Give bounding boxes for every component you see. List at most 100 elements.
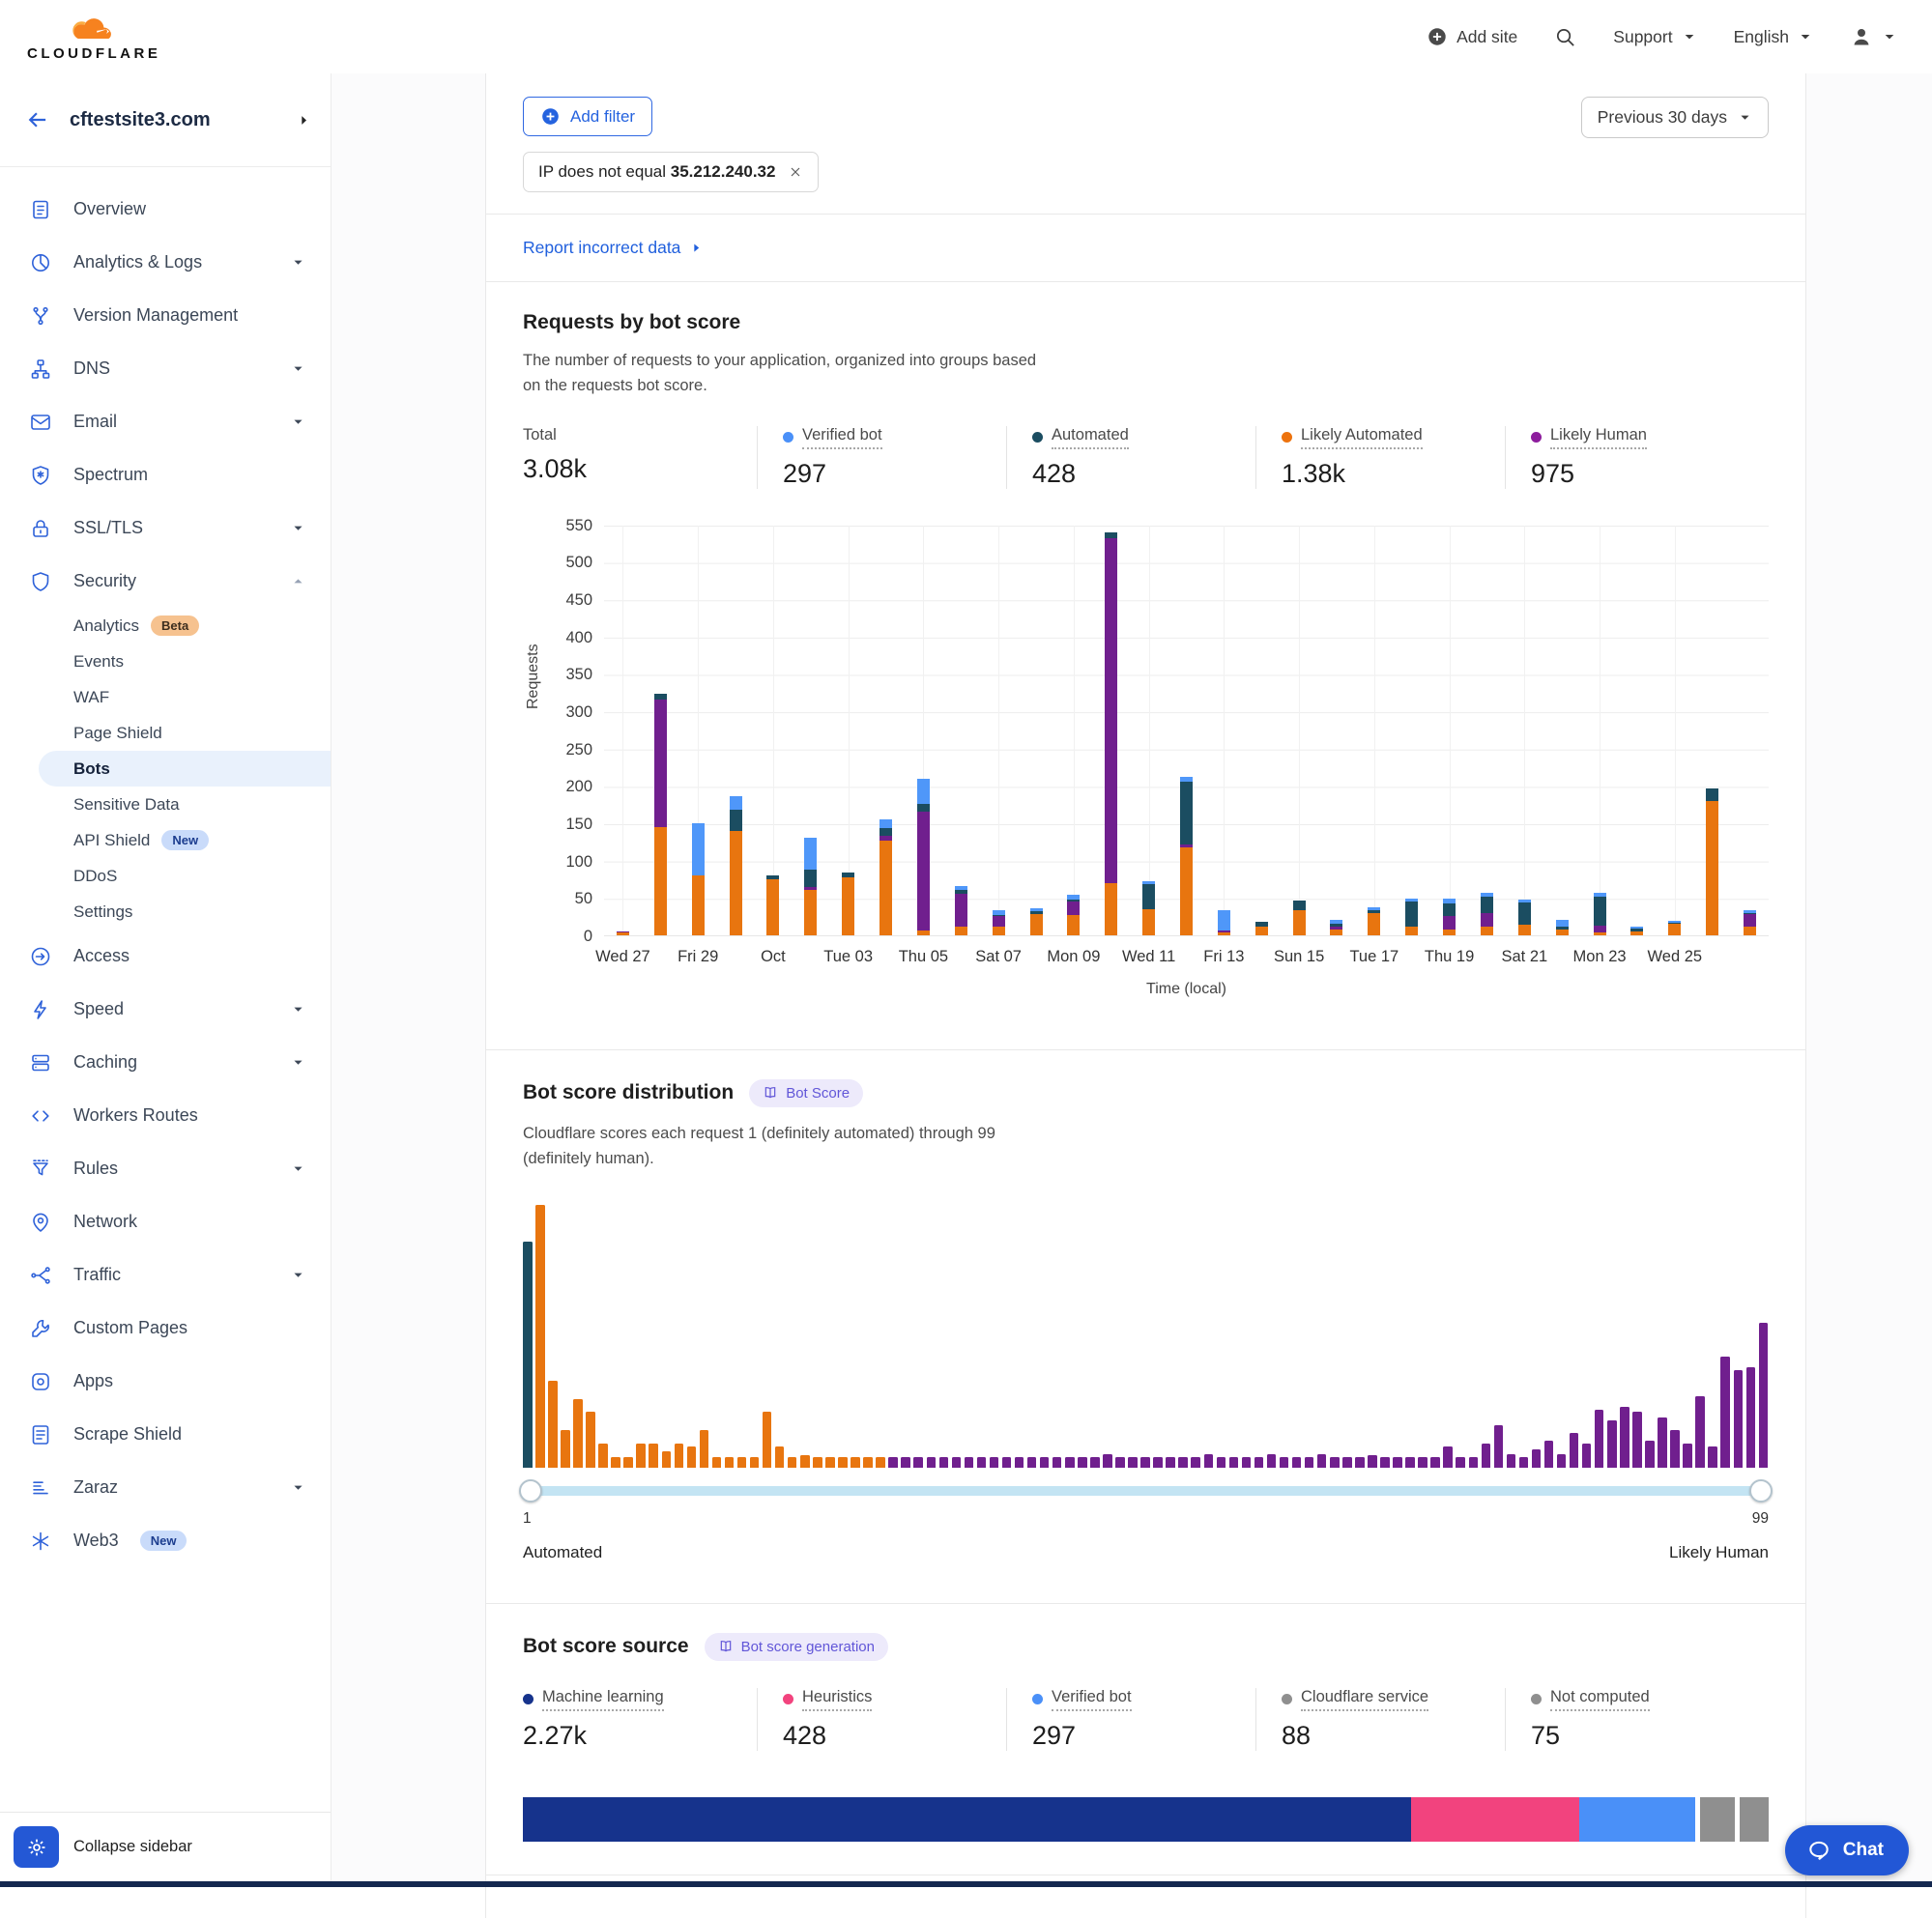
stat-label[interactable]: Cloudflare service [1301, 1688, 1428, 1711]
hist-bar-score-52[interactable] [1166, 1457, 1175, 1468]
hist-bar-score-63[interactable] [1305, 1457, 1314, 1468]
stacked-bar-day-26[interactable] [1556, 920, 1569, 935]
stat-label[interactable]: Verified bot [1052, 1688, 1132, 1711]
hist-bar-score-96[interactable] [1720, 1357, 1730, 1467]
stacked-bar-day-8[interactable] [879, 819, 892, 935]
hist-bar-score-1[interactable] [523, 1242, 533, 1468]
hist-bar-score-97[interactable] [1734, 1370, 1744, 1468]
date-range-select[interactable]: Previous 30 days [1581, 97, 1769, 138]
hist-bar-score-70[interactable] [1393, 1457, 1402, 1468]
hist-bar-score-35[interactable] [952, 1457, 962, 1468]
collapse-sidebar[interactable]: Collapse sidebar [0, 1812, 331, 1881]
hist-bar-score-57[interactable] [1229, 1457, 1239, 1468]
sidebar-subitem-sensitive-data[interactable]: Sensitive Data [0, 787, 331, 822]
hist-bar-score-84[interactable] [1570, 1433, 1579, 1467]
sidebar-item-dns[interactable]: DNS [0, 342, 331, 395]
hist-bar-score-27[interactable] [851, 1457, 860, 1468]
hist-bar-score-3[interactable] [548, 1381, 558, 1468]
hist-bar-score-88[interactable] [1620, 1407, 1629, 1468]
source-segment-heuristics[interactable] [1411, 1797, 1578, 1842]
stat-label[interactable]: Machine learning [542, 1688, 664, 1711]
bot-score-badge[interactable]: Bot Score [749, 1079, 863, 1107]
hist-bar-score-65[interactable] [1330, 1457, 1340, 1468]
support-menu[interactable]: Support [1613, 27, 1696, 47]
hist-bar-score-80[interactable] [1519, 1457, 1529, 1468]
hist-bar-score-19[interactable] [750, 1457, 760, 1468]
sidebar-item-apps[interactable]: Apps [0, 1355, 331, 1408]
stacked-bar-day-23[interactable] [1443, 899, 1456, 935]
stacked-bar-day-22[interactable] [1405, 899, 1418, 935]
hist-bar-score-13[interactable] [675, 1444, 684, 1467]
slider-handle-right[interactable] [1749, 1479, 1773, 1503]
stat-label[interactable]: Automated [1052, 426, 1129, 449]
hist-bar-score-54[interactable] [1191, 1457, 1200, 1468]
hist-bar-score-40[interactable] [1015, 1457, 1024, 1468]
chevron-right-icon[interactable] [297, 113, 311, 128]
hist-bar-score-25[interactable] [825, 1457, 835, 1468]
score-range-slider[interactable] [523, 1477, 1769, 1504]
hist-bar-score-87[interactable] [1607, 1420, 1617, 1468]
slider-handle-left[interactable] [519, 1479, 542, 1503]
stacked-bar-day-16[interactable] [1180, 777, 1193, 935]
hist-bar-score-9[interactable] [623, 1457, 633, 1468]
sidebar-item-security[interactable]: Security [0, 555, 331, 608]
stat-label[interactable]: Likely Automated [1301, 426, 1423, 449]
hist-bar-score-33[interactable] [927, 1457, 937, 1468]
hist-bar-score-38[interactable] [990, 1457, 999, 1468]
add-filter-button[interactable]: Add filter [523, 97, 652, 136]
hist-bar-score-76[interactable] [1469, 1457, 1479, 1468]
stat-label[interactable]: Verified bot [802, 426, 882, 449]
hist-bar-score-74[interactable] [1443, 1446, 1453, 1468]
hist-bar-score-99[interactable] [1759, 1323, 1769, 1468]
stacked-bar-day-9[interactable] [917, 779, 930, 935]
hist-bar-score-10[interactable] [636, 1444, 646, 1467]
hist-bar-score-29[interactable] [876, 1457, 885, 1468]
sidebar-item-analytics-logs[interactable]: Analytics & Logs [0, 236, 331, 289]
sidebar-item-overview[interactable]: Overview [0, 183, 331, 236]
hist-bar-score-95[interactable] [1708, 1446, 1717, 1468]
stacked-bar-day-12[interactable] [1030, 908, 1043, 935]
hist-bar-score-43[interactable] [1053, 1457, 1062, 1468]
hist-bar-score-60[interactable] [1267, 1454, 1277, 1468]
hist-bar-score-79[interactable] [1507, 1454, 1516, 1468]
account-menu[interactable] [1850, 25, 1897, 48]
hist-bar-score-36[interactable] [965, 1457, 974, 1468]
hist-bar-score-92[interactable] [1670, 1430, 1680, 1467]
hist-bar-score-72[interactable] [1418, 1457, 1427, 1468]
hist-bar-score-90[interactable] [1645, 1441, 1655, 1467]
hist-bar-score-20[interactable] [763, 1412, 772, 1467]
sidebar-subitem-ddos[interactable]: DDoS [0, 858, 331, 894]
hist-bar-score-75[interactable] [1456, 1457, 1465, 1468]
sidebar-subitem-waf[interactable]: WAF [0, 679, 331, 715]
source-segment-machine-learning[interactable] [523, 1797, 1411, 1842]
hist-bar-score-77[interactable] [1482, 1444, 1491, 1467]
hist-bar-score-71[interactable] [1405, 1457, 1415, 1468]
sidebar-item-network[interactable]: Network [0, 1195, 331, 1248]
filter-chip[interactable]: IP does not equal 35.212.240.32 [523, 152, 819, 192]
stacked-bar-day-30[interactable] [1706, 788, 1718, 935]
source-segment-verified-bot[interactable] [1579, 1797, 1695, 1842]
stacked-bar-day-24[interactable] [1481, 893, 1493, 935]
stacked-bar-day-27[interactable] [1594, 893, 1606, 935]
hist-bar-score-12[interactable] [662, 1451, 672, 1467]
chat-button[interactable]: Chat [1785, 1825, 1909, 1875]
hist-bar-score-59[interactable] [1254, 1457, 1264, 1468]
hist-bar-score-41[interactable] [1027, 1457, 1037, 1468]
sidebar-item-version-management[interactable]: Version Management [0, 289, 331, 342]
back-arrow-icon[interactable] [25, 107, 50, 132]
stacked-bar-day-3[interactable] [692, 823, 705, 935]
sidebar-subitem-settings[interactable]: Settings [0, 894, 331, 930]
gear-icon[interactable] [14, 1826, 59, 1868]
hist-bar-score-64[interactable] [1317, 1454, 1327, 1468]
hist-bar-score-66[interactable] [1342, 1457, 1352, 1468]
stacked-bar-day-17[interactable] [1218, 910, 1230, 934]
hist-bar-score-28[interactable] [863, 1457, 873, 1468]
hist-bar-score-14[interactable] [687, 1446, 697, 1468]
sidebar-item-custom-pages[interactable]: Custom Pages [0, 1302, 331, 1355]
stacked-bar-day-1[interactable] [617, 931, 629, 935]
hist-bar-score-89[interactable] [1632, 1412, 1642, 1467]
hist-bar-score-51[interactable] [1153, 1457, 1163, 1468]
stacked-bar-day-15[interactable] [1142, 881, 1155, 935]
stat-label[interactable]: Likely Human [1550, 426, 1647, 449]
hist-bar-score-15[interactable] [700, 1430, 709, 1467]
